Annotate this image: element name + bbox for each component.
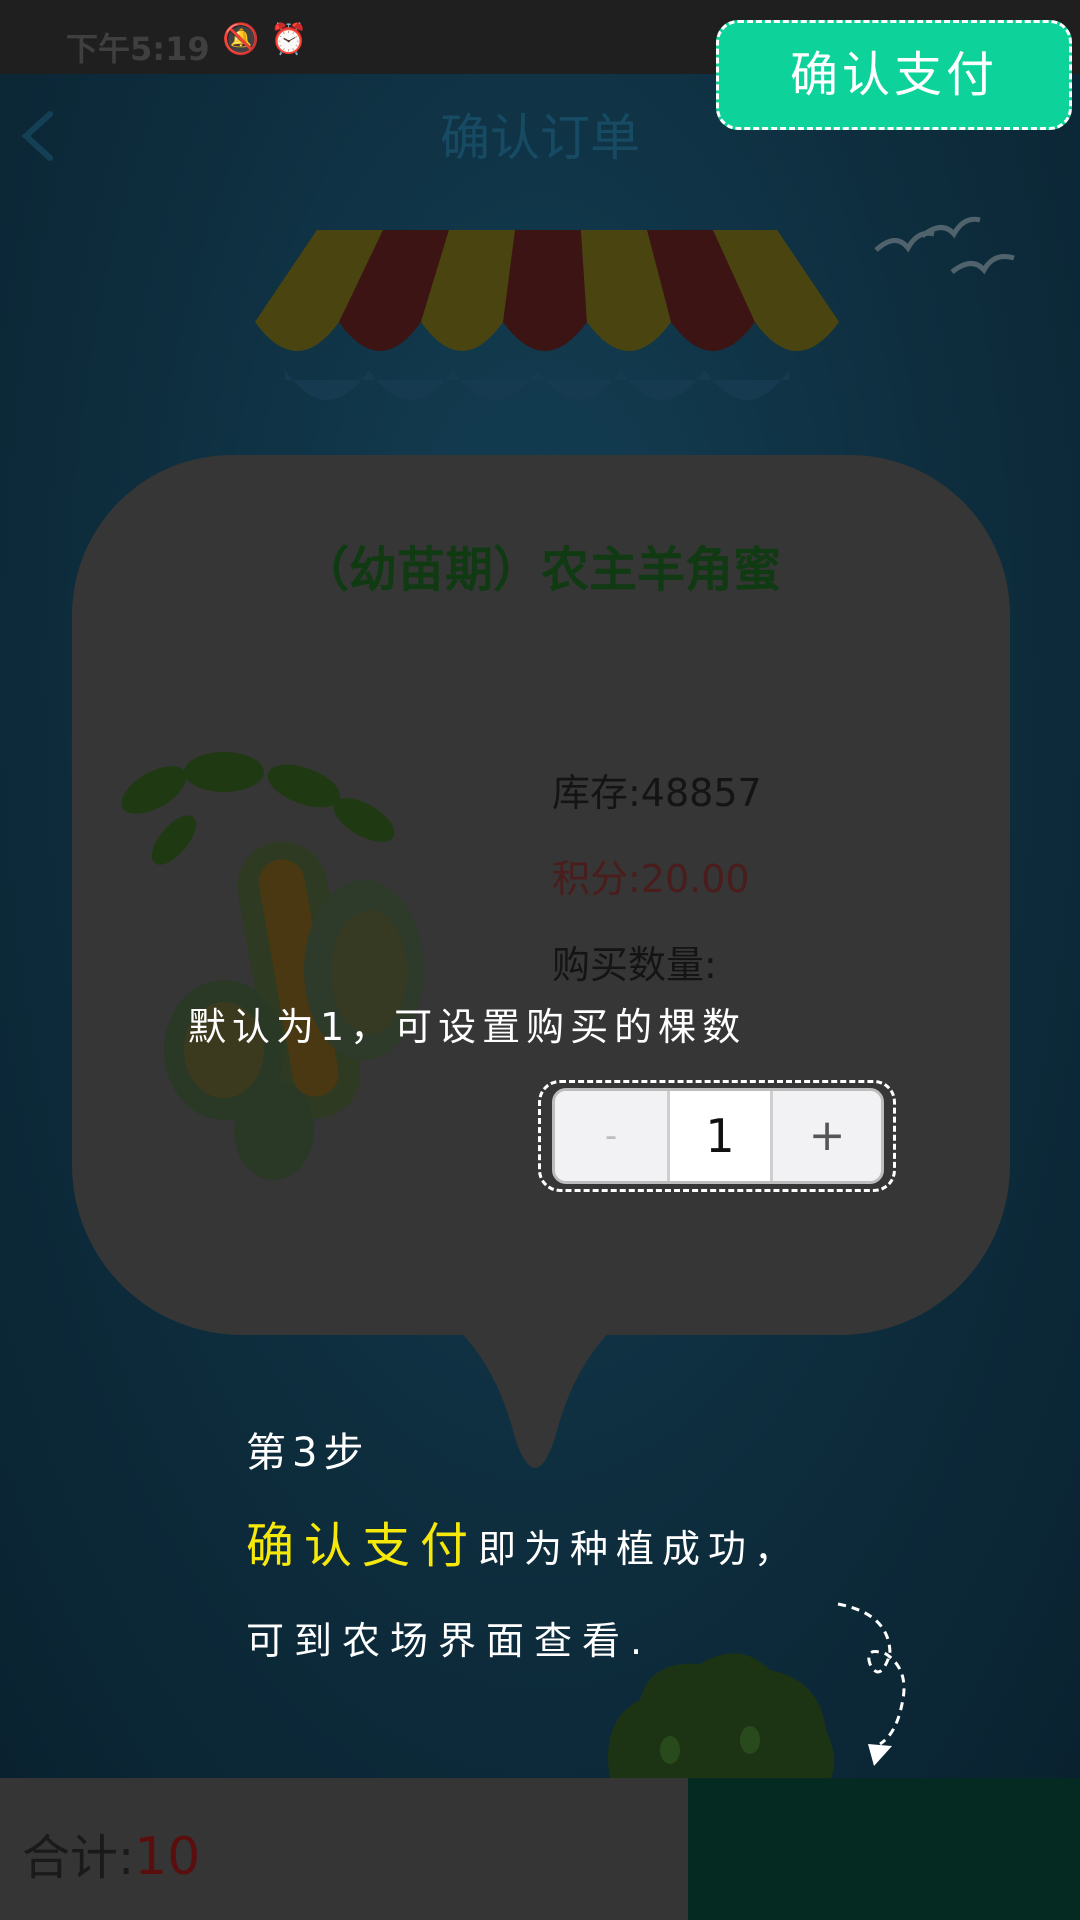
guide-line-2: 可到农场界面查看. [246, 1619, 653, 1663]
confirm-pay-button[interactable]: 确认支付 [716, 20, 1072, 130]
quantity-label: 购买数量: [552, 943, 717, 987]
total-amount: 合计:10 [22, 1818, 200, 1888]
product-image [121, 752, 424, 1180]
total-label: 合计: [22, 1830, 135, 1886]
guide-step-title: 第3步 [246, 1430, 370, 1476]
quantity-stepper: - 1 + [552, 1088, 884, 1184]
total-value: 10 [134, 1827, 201, 1887]
product-title: （幼苗期）农主羊角蜜 [300, 542, 781, 598]
guide-line-1: 确认支付即为种植成功， [246, 1506, 800, 1576]
quantity-value[interactable]: 1 [670, 1091, 773, 1181]
pay-area [688, 1778, 1080, 1920]
birds-icon [874, 216, 1015, 275]
increase-button[interactable]: + [773, 1091, 881, 1181]
shop-awning-icon [255, 230, 839, 400]
guide-highlight: 确认支付 [246, 1518, 479, 1574]
guide-tip-quantity: 默认为1，可设置购买的棵数 [188, 1005, 747, 1049]
stock-text: 库存:48857 [552, 771, 762, 815]
guide-line-1-rest: 即为种植成功， [478, 1527, 801, 1571]
status-time: 下午5:19 [66, 30, 210, 68]
points-text: 积分:20.00 [552, 857, 750, 901]
card-tail [445, 1318, 625, 1468]
alarm-icon: ⏰ [270, 22, 308, 57]
decrease-button[interactable]: - [555, 1091, 670, 1181]
bell-off-icon: 🔕 [222, 22, 260, 57]
tree-icon [608, 1653, 835, 1780]
bottom-bar: 合计:10 [0, 1778, 1080, 1920]
